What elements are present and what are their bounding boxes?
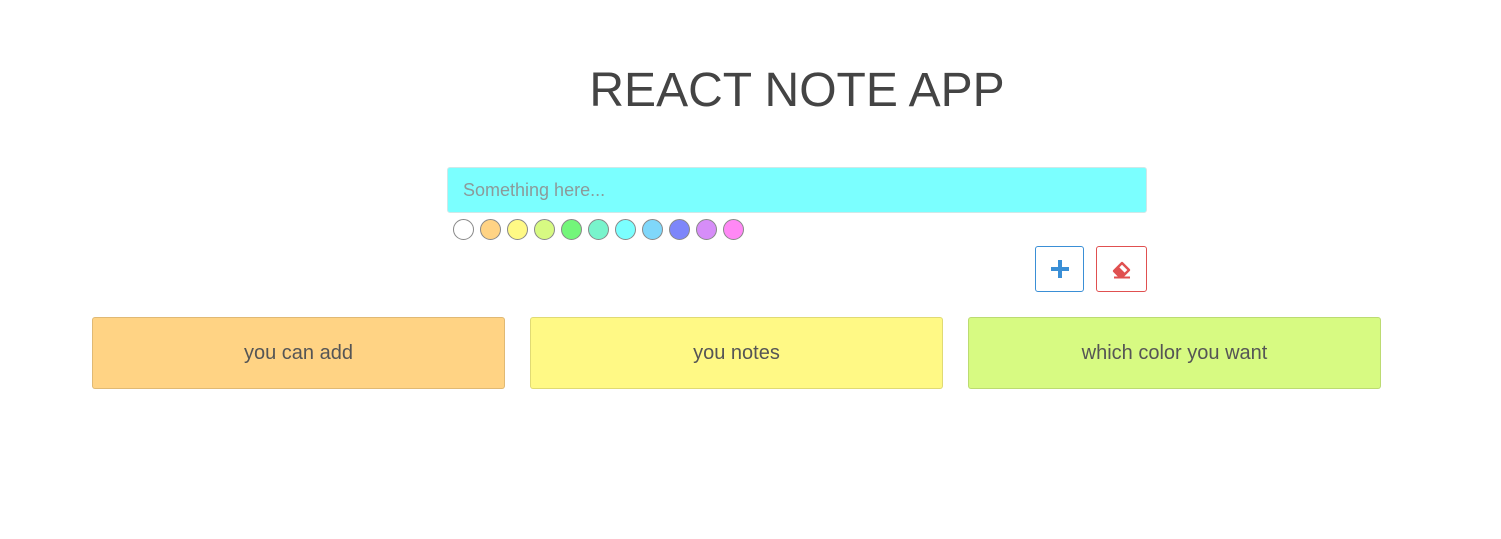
color-swatch-pink[interactable]: [723, 219, 744, 240]
color-swatch-aquamarine[interactable]: [588, 219, 609, 240]
clear-notes-button[interactable]: [1096, 246, 1147, 292]
note-app: REACT NOTE APP you can add you notes which…: [0, 0, 1501, 539]
color-swatch-orange[interactable]: [480, 219, 501, 240]
note-card[interactable]: you can add: [92, 317, 505, 389]
eraser-icon: [1112, 261, 1130, 279]
add-note-button[interactable]: [1035, 246, 1084, 292]
color-swatch-yellow[interactable]: [507, 219, 528, 240]
color-swatch-green[interactable]: [561, 219, 582, 240]
note-card[interactable]: which color you want: [968, 317, 1381, 389]
note-text: you can add: [244, 341, 353, 364]
note-text: you notes: [693, 341, 780, 364]
color-palette: [453, 219, 744, 240]
color-swatch-blue[interactable]: [669, 219, 690, 240]
color-swatch-sky[interactable]: [642, 219, 663, 240]
notes-list: you can add you notes which color you want: [92, 317, 1381, 389]
plus-icon: [1050, 260, 1069, 278]
color-swatch-lime[interactable]: [534, 219, 555, 240]
note-card[interactable]: you notes: [530, 317, 943, 389]
color-swatch-purple[interactable]: [696, 219, 717, 240]
note-text: which color you want: [1081, 341, 1268, 364]
note-text-input[interactable]: [447, 167, 1147, 213]
color-swatch-cyan[interactable]: [615, 219, 636, 240]
color-swatch-white[interactable]: [453, 219, 474, 240]
page-title: REACT NOTE APP: [589, 64, 1005, 117]
